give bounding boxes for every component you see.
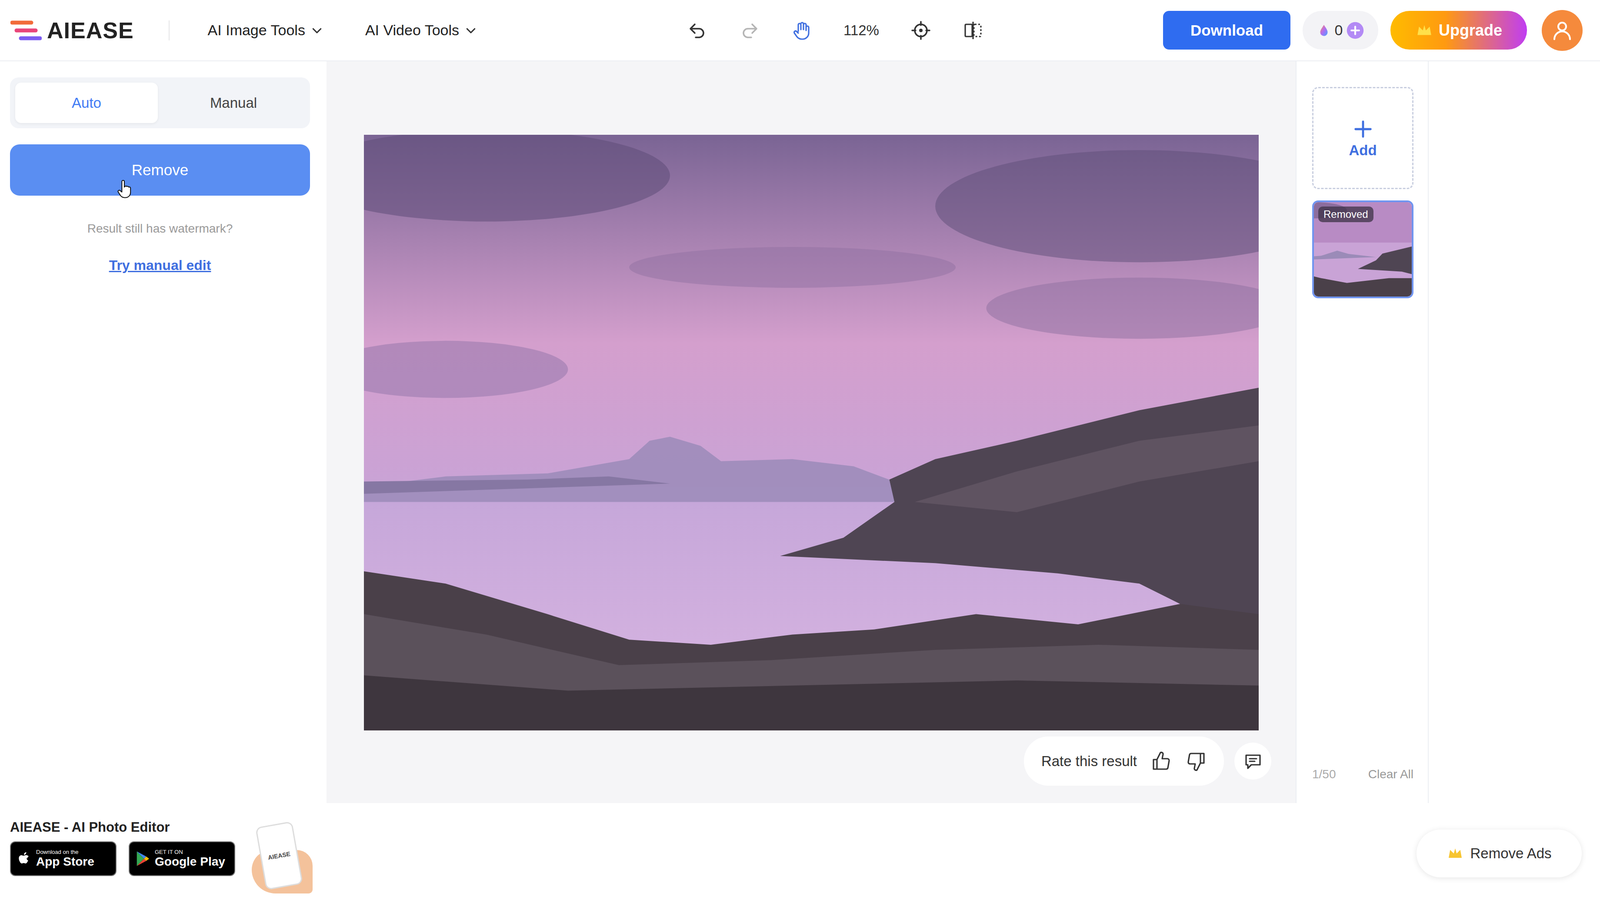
logo-icon: [10, 19, 42, 42]
ad-space: [1428, 61, 1600, 804]
canvas-area: Rate this result: [326, 61, 1296, 804]
chevron-down-icon: [310, 23, 324, 37]
pointer-cursor-icon: [116, 180, 132, 200]
history-panel: Add Removed 1/50 Clear All: [1295, 61, 1429, 804]
clear-all-button[interactable]: Clear All: [1368, 767, 1414, 782]
nav-dropdown[interactable]: AI Video Tools: [365, 21, 478, 39]
mode-tabs: AutoManual: [10, 77, 310, 129]
logo[interactable]: AIEASE: [10, 17, 134, 44]
add-image-tile[interactable]: Add: [1312, 86, 1414, 190]
remove-area: Remove: [10, 144, 310, 196]
app-store-name: App Store: [36, 855, 95, 868]
crown-icon: [1446, 844, 1464, 863]
google-play-text: GET IT ONGoogle Play: [154, 849, 226, 868]
add-credits-icon[interactable]: [1346, 21, 1365, 40]
main-nav: AI Image Tools AI Video Tools: [207, 21, 478, 39]
feedback-button[interactable]: [1234, 742, 1272, 780]
rating-row: Rate this result: [326, 736, 1296, 786]
plus-icon: [1351, 117, 1375, 141]
mode-tab[interactable]: Manual: [162, 82, 305, 124]
nav-label: AI Image Tools: [207, 21, 306, 39]
top-bar: AIEASE AI Image Tools AI Video Tools 112% Do…: [0, 0, 1600, 62]
google-play-badge[interactable]: GET IT ONGoogle Play: [128, 841, 236, 877]
page-count: 1/50: [1312, 767, 1337, 782]
credit-count: 0: [1334, 21, 1344, 39]
phone-label: AIEASE: [267, 850, 291, 862]
credits-pill[interactable]: 0: [1302, 10, 1379, 50]
store-badges: Download on theApp Store GET IT ONGoogle …: [10, 841, 313, 890]
add-label: Add: [1348, 142, 1377, 159]
mode-tab[interactable]: Auto: [15, 82, 158, 124]
credit-drop-icon: [1316, 23, 1332, 38]
history-footer: 1/50 Clear All: [1312, 767, 1414, 782]
manual-edit-link[interactable]: Try manual edit: [10, 257, 310, 274]
bottom-bar: AIEASE - AI Photo EditorDownload on theA…: [0, 803, 1600, 900]
app-promo: AIEASE - AI Photo EditorDownload on theA…: [10, 803, 313, 890]
workspace: AutoManual Remove Result still has waterma…: [0, 61, 1600, 804]
nav-label: AI Video Tools: [365, 21, 460, 39]
header-actions: Download 0 Upgrade: [983, 10, 1583, 51]
app-page: AIEASE AI Image Tools AI Video Tools 112% Do…: [0, 0, 1600, 900]
history-thumbnail[interactable]: Removed: [1312, 200, 1414, 299]
rate-label: Rate this result: [1041, 753, 1137, 770]
remove-ads-button[interactable]: Remove Ads: [1416, 829, 1582, 878]
logo-text: AIEASE: [46, 17, 134, 44]
upgrade-button[interactable]: Upgrade: [1390, 10, 1527, 50]
app-store-badge[interactable]: Download on theApp Store: [10, 841, 117, 877]
removed-badge: Removed: [1318, 206, 1374, 223]
user-icon: [1550, 18, 1574, 43]
google-play-small: GET IT ON: [154, 849, 226, 856]
user-avatar[interactable]: [1541, 10, 1583, 51]
compare-icon[interactable]: [962, 20, 984, 41]
download-button[interactable]: Download: [1163, 10, 1291, 50]
left-panel: AutoManual Remove Result still has waterma…: [0, 61, 327, 804]
chevron-down-icon: [464, 23, 478, 37]
fit-target-icon[interactable]: [910, 20, 932, 41]
app-store-text: Download on theApp Store: [36, 849, 95, 868]
crown-icon: [1415, 21, 1434, 40]
phone-illustration: AIEASE: [247, 823, 313, 890]
rate-result: Rate this result: [1023, 736, 1224, 786]
brand-nav: AIEASE AI Image Tools AI Video Tools: [10, 17, 687, 44]
app-store-small: Download on the: [36, 849, 95, 856]
hand-pan-icon[interactable]: [791, 20, 813, 41]
thumbs-up-icon[interactable]: [1150, 750, 1172, 772]
nav-dropdown[interactable]: AI Image Tools: [207, 21, 324, 39]
google-play-icon: [133, 850, 152, 868]
undo-icon[interactable]: [686, 20, 708, 41]
result-photo: [363, 134, 1259, 731]
landscape-image: [363, 134, 1259, 731]
apple-icon: [15, 850, 33, 868]
thumbs-down-icon[interactable]: [1185, 750, 1207, 772]
watermark-hint: Result still has watermark?: [10, 221, 310, 236]
zoom-level[interactable]: 112%: [843, 22, 880, 39]
remove-button[interactable]: Remove: [10, 144, 310, 196]
canvas-toolbar: 112%: [686, 20, 984, 41]
google-play-name: Google Play: [154, 855, 226, 868]
comment-icon: [1242, 750, 1264, 772]
header-divider: [168, 20, 170, 41]
redo-icon[interactable]: [739, 20, 760, 41]
